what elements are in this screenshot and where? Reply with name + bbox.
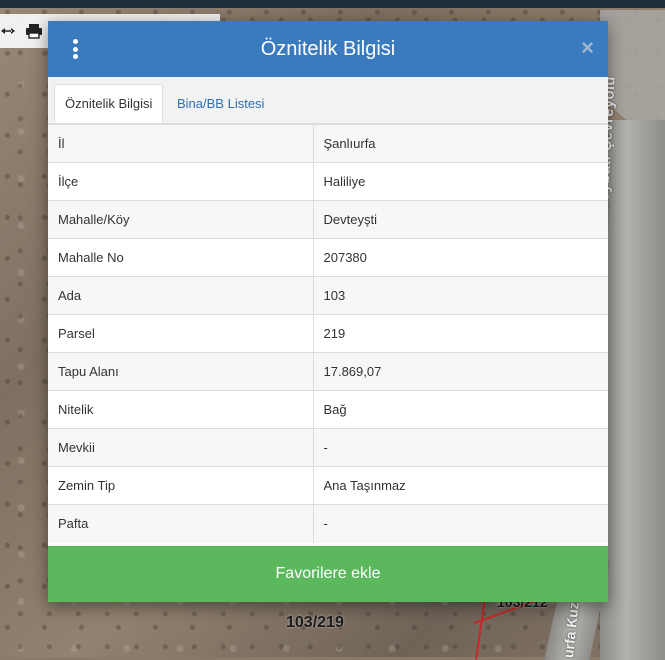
row-key: İl [48,124,314,163]
attribute-dialog: Öznitelik Bilgisi × Öznitelik Bilgisi Bi… [48,21,608,602]
table-row: Tapu Alanı 17.869,07 [48,352,608,391]
row-key: Pafta [48,504,314,543]
table-row: Nitelik Bağ [48,390,608,429]
row-key: İlçe [48,162,314,201]
table-row: Mahalle/Köy Devteyşti [48,200,608,239]
table-row: Mevkii - [48,428,608,467]
dialog-header: Öznitelik Bilgisi × [48,21,608,77]
row-value: 219 [313,314,608,353]
table-row: İlçe Haliliye [48,162,608,201]
row-key: Tapu Alanı [48,352,314,391]
row-value: - [313,428,608,467]
row-key: Parsel [48,314,314,353]
row-key: Ada [48,276,314,315]
dialog-tabs: Öznitelik Bilgisi Bina/BB Listesi [48,77,608,124]
table-row: Zemin Tip Ana Taşınmaz [48,466,608,505]
row-key: Zemin Tip [48,466,314,505]
table-row: Pafta - [48,504,608,543]
tab-attribute-info[interactable]: Öznitelik Bilgisi [54,84,164,123]
row-value: 103 [313,276,608,315]
parcel-label: 103/219 [286,614,344,631]
table-row: İl Şanlıurfa [48,124,608,163]
row-value: 17.869,07 [313,352,608,391]
row-value: Devteyşti [313,200,608,239]
row-key: Mahalle No [48,238,314,277]
row-value: 207380 [313,238,608,277]
more-vertical-icon[interactable] [68,39,82,59]
row-value: Bağ [313,390,608,429]
row-key: Mevkii [48,428,314,467]
tab-building-list[interactable]: Bina/BB Listesi [167,84,274,123]
map-top-bar [0,0,665,8]
table-row: Mahalle No 207380 [48,238,608,277]
row-key: Nitelik [48,390,314,429]
row-value: Ana Taşınmaz [313,466,608,505]
table-row: Parsel 219 [48,314,608,353]
close-icon[interactable]: × [581,37,594,59]
row-key: Mahalle/Köy [48,200,314,239]
row-value: Şanlıurfa [313,124,608,163]
add-to-favorites-button[interactable]: Favorilere ekle [48,546,608,602]
table-row: Ada 103 [48,276,608,315]
dialog-title: Öznitelik Bilgisi [260,37,396,60]
row-value: - [313,504,608,543]
attribute-table: İl Şanlıurfa İlçe Haliliye Mahalle/Köy Devt… [48,124,608,543]
row-value: Haliliye [313,162,608,201]
